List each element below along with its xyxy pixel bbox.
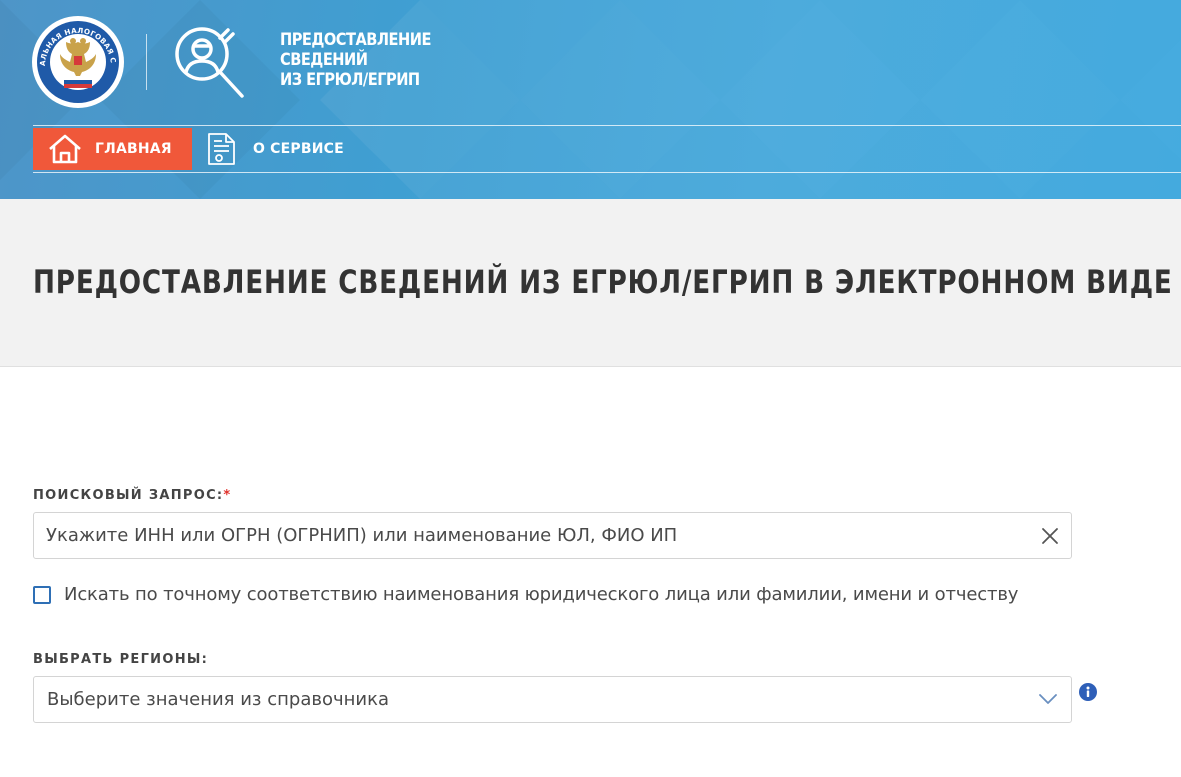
search-query-label-text: ПОИСКОВЫЙ ЗАПРОС: [33,488,224,503]
regions-select-value: Выберите значения из справочника [47,689,389,710]
regions-label: ВЫБРАТЬ РЕГИОНЫ: [33,652,209,667]
nav-home-label: ГЛАВНАЯ [95,141,172,157]
document-icon [208,133,235,165]
logo-separator [146,34,147,90]
page-title: ПРЕДОСТАВЛЕНИЕ СВЕДЕНИЙ ИЗ ЕГРЮЛ/ЕГРИП В… [33,263,1173,301]
nav-about-button[interactable]: О СЕРВИСЕ [206,128,366,170]
service-title: ПРЕДОСТАВЛЕНИЕ СВЕДЕНИЙ ИЗ ЕГРЮЛ/ЕГРИП [280,30,452,90]
fns-emblem-logo[interactable]: ФЕДЕРАЛЬНАЯ НАЛОГОВАЯ СЛУЖБА [30,14,126,110]
clear-icon[interactable] [1040,526,1060,546]
site-header: ФЕДЕРАЛЬНАЯ НАЛОГОВАЯ СЛУЖБА ПРЕДОСТАВЛЕ… [0,0,1181,199]
nav-top-divider [33,125,1181,126]
search-query-label: ПОИСКОВЫЙ ЗАПРОС:* [33,488,232,503]
search-input-box [33,512,1072,559]
service-title-line: ИЗ ЕГРЮЛ/ЕГРИП [280,70,420,90]
service-title-line: СВЕДЕНИЙ [280,50,368,70]
exact-match-label[interactable]: Искать по точному соответствию наименова… [64,584,1018,605]
required-mark: * [223,488,232,503]
info-icon[interactable] [1079,683,1097,701]
nav-about-label: О СЕРВИСЕ [253,141,344,157]
page-title-band: ПРЕДОСТАВЛЕНИЕ СВЕДЕНИЙ ИЗ ЕГРЮЛ/ЕГРИП В… [0,199,1181,367]
nav-bottom-divider [33,172,1181,173]
nav-home-button[interactable]: ГЛАВНАЯ [33,128,192,170]
regions-select[interactable]: Выберите значения из справочника [33,676,1072,723]
service-magnifier-icon [175,27,244,98]
search-input[interactable] [34,513,1024,558]
chevron-down-icon [1039,694,1057,704]
house-icon [49,134,81,164]
exact-match-checkbox[interactable] [33,585,51,604]
service-title-line: ПРЕДОСТАВЛЕНИЕ [280,30,431,50]
exact-match-option: Искать по точному соответствию наименова… [33,584,1018,605]
